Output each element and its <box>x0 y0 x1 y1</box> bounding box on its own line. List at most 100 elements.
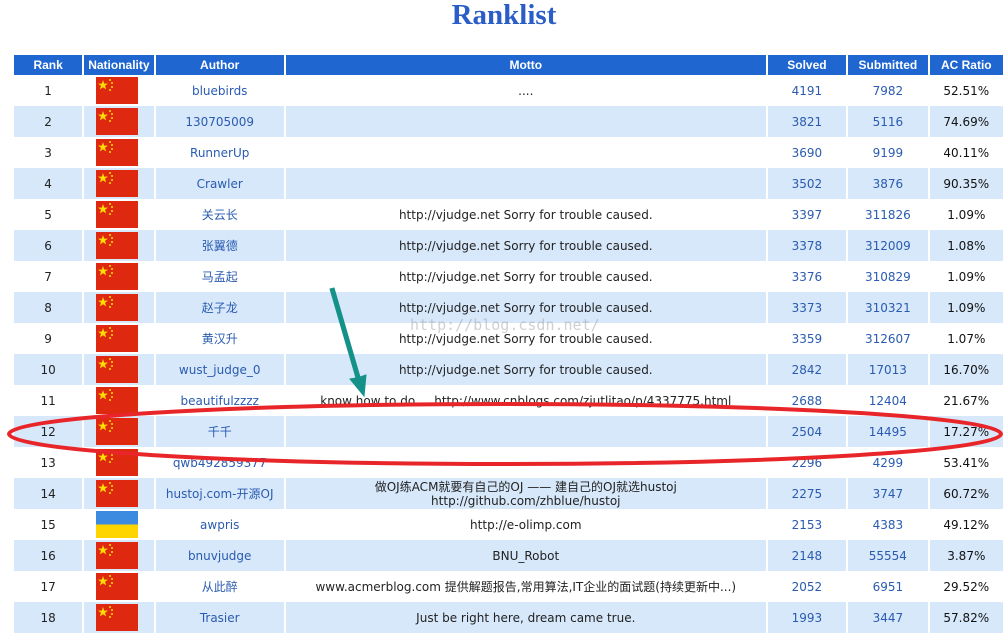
motto-cell <box>285 106 766 137</box>
nationality-cell <box>84 261 154 292</box>
author-link[interactable]: Trasier <box>155 602 284 633</box>
motto-cell: BNU_Robot <box>285 540 766 571</box>
solved-column-header[interactable]: Solved <box>767 55 847 75</box>
submitted-link[interactable]: 6951 <box>848 571 928 602</box>
rank-cell: 12 <box>14 416 83 447</box>
china-flag-icon <box>96 542 139 569</box>
solved-link[interactable]: 3376 <box>767 261 847 292</box>
author-link[interactable]: qwb492859377 <box>155 447 284 478</box>
motto-cell <box>285 447 766 478</box>
author-link[interactable]: 赵子龙 <box>155 292 284 323</box>
rank-cell: 2 <box>14 106 83 137</box>
solved-link[interactable]: 3378 <box>767 230 847 261</box>
china-flag-icon <box>96 325 139 352</box>
solved-link[interactable]: 3397 <box>767 199 847 230</box>
submitted-link[interactable]: 17013 <box>848 354 928 385</box>
submitted-link[interactable]: 12404 <box>848 385 928 416</box>
submitted-link[interactable]: 9199 <box>848 137 928 168</box>
ac-ratio-cell: 21.67% <box>929 385 1003 416</box>
motto-cell: http://vjudge.net Sorry for trouble caus… <box>285 323 766 354</box>
author-link[interactable]: 从此醉 <box>155 571 284 602</box>
ac-ratio-column-header[interactable]: AC Ratio <box>929 55 1003 75</box>
motto-cell <box>285 416 766 447</box>
author-link[interactable]: beautifulzzzz <box>155 385 284 416</box>
nationality-cell <box>84 199 154 230</box>
ac-ratio-cell: 49.12% <box>929 509 1003 540</box>
submitted-column-header[interactable]: Submitted <box>848 55 928 75</box>
motto-cell: http://vjudge.net Sorry for trouble caus… <box>285 199 766 230</box>
table-row: 18 Trasier Just be right here, dream came … <box>14 602 1003 633</box>
rank-cell: 5 <box>14 199 83 230</box>
submitted-link[interactable]: 55554 <box>848 540 928 571</box>
nationality-cell <box>84 137 154 168</box>
rank-cell: 4 <box>14 168 83 199</box>
table-row: 16 bnuvjudge BNU_Robot 2148 55554 3.87% <box>14 540 1003 571</box>
author-link[interactable]: awpris <box>155 509 284 540</box>
rank-column-header[interactable]: Rank <box>14 55 83 75</box>
author-link[interactable]: bnuvjudge <box>155 540 284 571</box>
author-link[interactable]: 关云长 <box>155 199 284 230</box>
table-row: 17 从此醉 www.acmerblog.com 提供解题报告,常用算法,IT企业的… <box>14 571 1003 602</box>
solved-link[interactable]: 2842 <box>767 354 847 385</box>
motto-cell <box>285 137 766 168</box>
motto-cell: .... <box>285 75 766 106</box>
author-link[interactable]: 130705009 <box>155 106 284 137</box>
ac-ratio-cell: 16.70% <box>929 354 1003 385</box>
solved-link[interactable]: 4191 <box>767 75 847 106</box>
ac-ratio-cell: 52.51% <box>929 75 1003 106</box>
solved-link[interactable]: 1993 <box>767 602 847 633</box>
motto-cell: http://vjudge.net Sorry for trouble caus… <box>285 261 766 292</box>
solved-link[interactable]: 2296 <box>767 447 847 478</box>
author-link[interactable]: wust_judge_0 <box>155 354 284 385</box>
submitted-link[interactable]: 3876 <box>848 168 928 199</box>
author-link[interactable]: 马孟起 <box>155 261 284 292</box>
china-flag-icon <box>96 108 139 135</box>
rank-cell: 16 <box>14 540 83 571</box>
table-row: 14 hustoj.com-开源OJ 做OJ练ACM就要有自己的OJ —— 建自己的… <box>14 478 1003 509</box>
submitted-link[interactable]: 4299 <box>848 447 928 478</box>
author-link[interactable]: bluebirds <box>155 75 284 106</box>
solved-link[interactable]: 3373 <box>767 292 847 323</box>
submitted-link[interactable]: 5116 <box>848 106 928 137</box>
author-link[interactable]: Crawler <box>155 168 284 199</box>
submitted-link[interactable]: 310321 <box>848 292 928 323</box>
submitted-link[interactable]: 14495 <box>848 416 928 447</box>
solved-link[interactable]: 2275 <box>767 478 847 509</box>
author-column-header[interactable]: Author <box>155 55 284 75</box>
nationality-cell <box>84 478 154 509</box>
author-link[interactable]: 张翼德 <box>155 230 284 261</box>
solved-link[interactable]: 2153 <box>767 509 847 540</box>
table-row: 2 130705009 3821 5116 74.69% <box>14 106 1003 137</box>
submitted-link[interactable]: 7982 <box>848 75 928 106</box>
solved-link[interactable]: 3690 <box>767 137 847 168</box>
ac-ratio-cell: 90.35% <box>929 168 1003 199</box>
submitted-link[interactable]: 311826 <box>848 199 928 230</box>
author-link[interactable]: RunnerUp <box>155 137 284 168</box>
submitted-link[interactable]: 312009 <box>848 230 928 261</box>
motto-cell: know how to do ... http://www.cnblogs.co… <box>285 385 766 416</box>
nationality-cell <box>84 571 154 602</box>
solved-link[interactable]: 3359 <box>767 323 847 354</box>
submitted-link[interactable]: 310829 <box>848 261 928 292</box>
solved-link[interactable]: 2504 <box>767 416 847 447</box>
table-row: 3 RunnerUp 3690 9199 40.11% <box>14 137 1003 168</box>
solved-link[interactable]: 2052 <box>767 571 847 602</box>
solved-link[interactable]: 2148 <box>767 540 847 571</box>
author-link[interactable]: hustoj.com-开源OJ <box>155 478 284 509</box>
author-link[interactable]: 黄汉升 <box>155 323 284 354</box>
china-flag-icon <box>96 170 139 197</box>
submitted-link[interactable]: 3747 <box>848 478 928 509</box>
china-flag-icon <box>96 356 139 383</box>
table-row: 13 qwb492859377 2296 4299 53.41% <box>14 447 1003 478</box>
author-link[interactable]: 千千 <box>155 416 284 447</box>
solved-link[interactable]: 3502 <box>767 168 847 199</box>
solved-link[interactable]: 3821 <box>767 106 847 137</box>
nationality-column-header[interactable]: Nationality <box>84 55 154 75</box>
submitted-link[interactable]: 312607 <box>848 323 928 354</box>
motto-cell: http://vjudge.net Sorry for trouble caus… <box>285 230 766 261</box>
motto-column-header[interactable]: Motto <box>285 55 766 75</box>
submitted-link[interactable]: 3447 <box>848 602 928 633</box>
solved-link[interactable]: 2688 <box>767 385 847 416</box>
nationality-cell <box>84 540 154 571</box>
submitted-link[interactable]: 4383 <box>848 509 928 540</box>
